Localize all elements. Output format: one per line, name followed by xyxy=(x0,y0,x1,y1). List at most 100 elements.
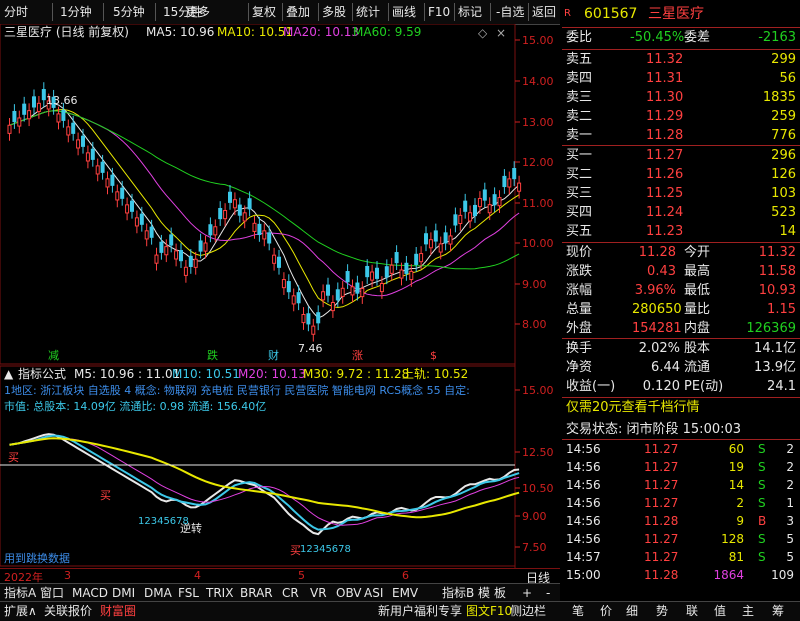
order-book-buy-1[interactable]: 买二 11.26 126 xyxy=(562,165,800,185)
tick-time: 14:56 xyxy=(566,460,601,474)
toolbar-item-0[interactable]: 分时 xyxy=(4,3,28,21)
candle-body xyxy=(36,102,41,112)
tick-side: S xyxy=(758,478,766,492)
close-icon[interactable]: × xyxy=(496,26,506,40)
tick-price: 11.28 xyxy=(644,568,679,582)
indicator-name: 指标公式 xyxy=(18,366,66,381)
chart-settings-icon[interactable]: ◇ xyxy=(478,26,488,40)
toolbar-item-12[interactable]: -自选 xyxy=(496,3,524,21)
candle-body xyxy=(237,204,242,216)
candle-body xyxy=(482,189,487,201)
level-price: 11.25 xyxy=(646,186,684,201)
order-book-sell-2[interactable]: 卖三 11.30 1835 xyxy=(562,88,800,108)
candle-body xyxy=(149,226,154,238)
indicator-tab-5[interactable]: FSL xyxy=(178,585,199,601)
promo-banner[interactable]: 仅需20元查看千档行情 xyxy=(562,398,800,418)
indicator-tab-8[interactable]: CR xyxy=(282,585,299,601)
level-label: 卖一 xyxy=(566,128,593,143)
stat-value: 11.58 xyxy=(758,264,796,279)
toolbar-item-9[interactable]: 画线 xyxy=(392,3,416,21)
indicator-m5: M5: 10.96 : 11.01 xyxy=(74,367,180,381)
order-book-sell-4[interactable]: 卖一 11.28 776 xyxy=(562,126,800,146)
toolbar-separator xyxy=(528,3,529,21)
bottom-bar-item-2[interactable]: 财富圈 xyxy=(100,603,136,619)
indicator-tab-10[interactable]: OBV xyxy=(336,585,362,601)
order-book-sell-1[interactable]: 卖四 11.31 56 xyxy=(562,69,800,89)
sector-info: 1地区: 浙江板块 自选股 4 概念: 物联网 充电桩 民营银行 民营医院 智能… xyxy=(4,383,470,397)
indicator-tab-12[interactable]: EMV xyxy=(392,585,418,601)
tick-volume: 2 xyxy=(736,496,744,510)
main-y-tick-label: 15.00 xyxy=(522,34,554,47)
toolbar-item-5[interactable]: 复权 xyxy=(252,3,276,21)
indicator-tab-13[interactable]: 指标B xyxy=(442,585,474,601)
toolbar-item-2[interactable]: 5分钟 xyxy=(113,3,145,21)
indicator-y-tick-label: 7.50 xyxy=(522,541,547,554)
indicator-tab-17[interactable]: - xyxy=(546,585,550,601)
main-y-tick-label: 14.00 xyxy=(522,75,554,88)
trade-status-row: 交易状态: 闭市阶段 15:00:03 xyxy=(562,420,800,440)
level-label: 买四 xyxy=(566,205,593,220)
tick-volume: 9 xyxy=(736,514,744,528)
indicator-tab-9[interactable]: VR xyxy=(310,585,327,601)
indicator-tab-11[interactable]: ASI xyxy=(364,585,383,601)
indicator-tab-0[interactable]: 指标A xyxy=(4,585,36,601)
stat-value: 0.120 xyxy=(642,379,680,394)
candle-body xyxy=(203,242,208,252)
toolbar-item-10[interactable]: F10 xyxy=(428,3,450,21)
stat-label: 涨幅 xyxy=(566,283,593,298)
bottom-right-item-1[interactable]: 图文F10 xyxy=(466,603,512,619)
indicator-footer: 用到跳换数据 xyxy=(4,551,70,565)
indicator-tab-6[interactable]: TRIX xyxy=(206,585,233,601)
indicator-tab-7[interactable]: BRAR xyxy=(240,585,273,601)
candle-body xyxy=(262,230,267,240)
level-volume: 299 xyxy=(771,52,796,67)
indicator-tab-16[interactable]: + xyxy=(522,585,532,601)
candle-body xyxy=(95,165,100,175)
tick-volume: 81 xyxy=(728,550,744,564)
kline-chart[interactable]: 15.00 14.00 13.00 12.00 11.00 10.00 9.00 8.00 1… xyxy=(0,24,560,568)
candle-body xyxy=(419,253,424,263)
indicator-tab-3[interactable]: DMI xyxy=(112,585,135,601)
high-price-label: 13.66 xyxy=(46,94,78,107)
stat-row-2: 涨幅 3.96% 最低 10.93 xyxy=(562,281,800,301)
indicator-tab-4[interactable]: DMA xyxy=(144,585,172,601)
order-book-sell-3[interactable]: 卖二 11.29 259 xyxy=(562,107,800,127)
tick-time: 14:56 xyxy=(566,496,601,510)
tick-volume: 14 xyxy=(728,478,744,492)
tick-time: 14:57 xyxy=(566,550,601,564)
promo-text[interactable]: 仅需20元查看千档行情 xyxy=(566,398,700,418)
order-book-buy-0[interactable]: 买一 11.27 296 xyxy=(562,146,800,166)
indicator-tab-2[interactable]: MACD xyxy=(72,585,108,601)
candle-body xyxy=(487,204,492,214)
toolbar-item-6[interactable]: 叠加 xyxy=(286,3,310,21)
stat-value: 11.32 xyxy=(758,245,796,260)
toolbar-item-1[interactable]: 1分钟 xyxy=(60,3,92,21)
indicator-tab-14[interactable]: 模 xyxy=(478,585,490,601)
order-book-buy-4[interactable]: 买五 11.23 14 xyxy=(562,222,800,242)
candle-body xyxy=(247,198,252,210)
stat2-row-2: 收益(一) 0.120 PE(动) 24.1 xyxy=(562,377,800,397)
toolbar-item-8[interactable]: 统计 xyxy=(356,3,380,21)
tick-side: S xyxy=(758,550,766,564)
toolbar-item-7[interactable]: 多股 xyxy=(322,3,346,21)
toolbar-item-11[interactable]: 标记 xyxy=(458,3,482,21)
main-y-tick-label: 12.00 xyxy=(522,156,554,169)
indicator-tab-15[interactable]: 板 xyxy=(494,585,506,601)
bottom-bar-item-0[interactable]: 扩展∧ xyxy=(4,603,37,619)
order-book-buy-2[interactable]: 买三 11.25 103 xyxy=(562,184,800,204)
indicator-tab-1[interactable]: 窗口 xyxy=(40,585,64,601)
tick-volume: 1864 xyxy=(713,568,744,582)
tick-count: 1 xyxy=(786,496,794,510)
bottom-bar-item-1[interactable]: 关联报价 xyxy=(44,603,92,619)
toolbar-item-4[interactable]: 更多 xyxy=(186,3,210,21)
main-y-tick-label: 8.00 xyxy=(522,318,547,331)
indicator-settings-icon[interactable]: ▲ xyxy=(4,367,14,381)
bottom-right-item-0[interactable]: 新用户福利专享 xyxy=(378,603,462,619)
order-book-sell-0[interactable]: 卖五 11.32 299 xyxy=(562,50,800,70)
date-axis: 2022年 3 4 5 6 日线 xyxy=(0,568,560,585)
toolbar-item-13[interactable]: 返回 xyxy=(532,3,556,21)
order-book-buy-3[interactable]: 买四 11.24 523 xyxy=(562,203,800,223)
bottom-right-item-2[interactable]: 侧边栏 xyxy=(510,603,546,619)
stat-label: 现价 xyxy=(566,245,593,260)
candle-body xyxy=(41,89,46,101)
